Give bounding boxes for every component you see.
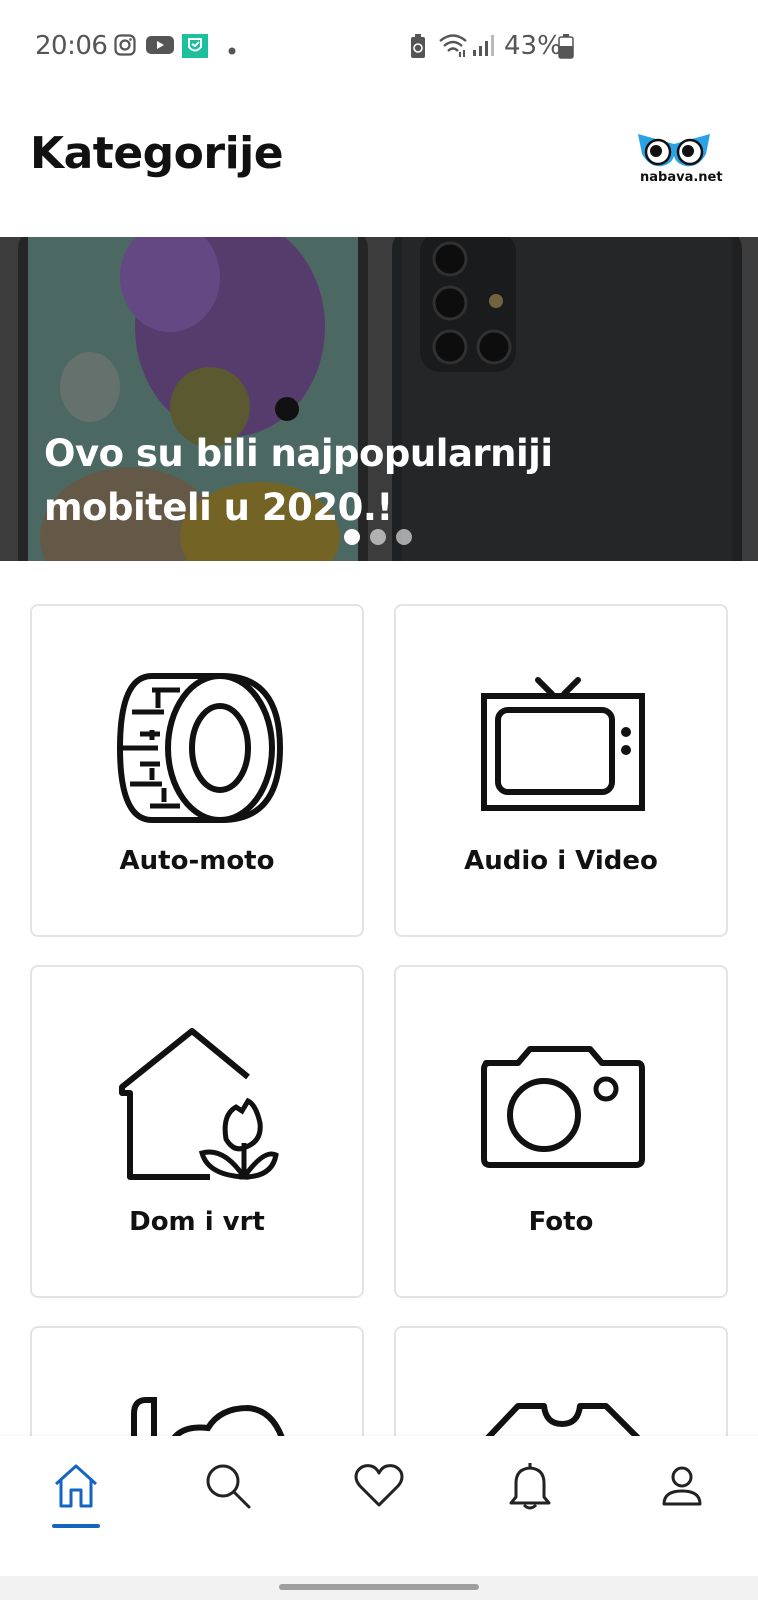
home-indicator[interactable] xyxy=(279,1584,479,1590)
category-card-dom-i-vrt[interactable]: Dom i vrt xyxy=(30,965,364,1298)
search-icon xyxy=(206,1464,251,1509)
wifi-icon xyxy=(438,32,468,63)
promo-banner[interactable]: Ovo su bili najpopularniji mobiteli u 20… xyxy=(0,237,758,561)
camera-icon xyxy=(481,1046,645,1168)
signal-icon xyxy=(472,33,496,62)
nav-notifications[interactable] xyxy=(500,1456,560,1516)
logo-text: nabava.net xyxy=(640,170,723,185)
tv-icon xyxy=(481,677,645,811)
category-label: Auto-moto xyxy=(119,846,275,876)
battery-icon xyxy=(558,33,574,64)
carousel-dot[interactable] xyxy=(396,529,412,545)
carousel-dot[interactable] xyxy=(344,529,360,545)
category-label: Foto xyxy=(528,1207,594,1237)
instagram-icon xyxy=(114,34,136,61)
carousel-indicator xyxy=(344,529,412,545)
nav-search[interactable] xyxy=(198,1456,258,1516)
category-label: Audio i Video xyxy=(464,846,658,876)
status-time: 20:06 xyxy=(35,31,108,61)
page-title: Kategorije xyxy=(30,128,284,179)
house-flower-icon xyxy=(119,1028,279,1180)
heart-icon xyxy=(354,1464,404,1507)
home-icon xyxy=(54,1464,98,1508)
battery-percentage: 43% xyxy=(504,31,562,61)
user-icon xyxy=(662,1466,702,1506)
app-notification-icon xyxy=(182,34,208,63)
category-label: Dom i vrt xyxy=(129,1207,265,1237)
category-card-foto[interactable]: Foto xyxy=(394,965,728,1298)
bell-icon xyxy=(509,1463,551,1510)
youtube-icon xyxy=(146,34,174,61)
bottom-navigation xyxy=(0,1436,758,1576)
nav-home[interactable] xyxy=(46,1456,106,1516)
nav-profile[interactable] xyxy=(652,1456,712,1516)
category-card-audio-video[interactable]: Audio i Video xyxy=(394,604,728,937)
nav-active-indicator xyxy=(52,1524,100,1528)
more-notifications-dot-icon xyxy=(228,42,236,60)
nav-favorites[interactable] xyxy=(349,1456,409,1516)
battery-saver-icon xyxy=(410,33,426,64)
tire-icon xyxy=(116,673,284,823)
carousel-dot[interactable] xyxy=(370,529,386,545)
category-card-auto-moto[interactable]: Auto-moto xyxy=(30,604,364,937)
status-bar: 20:06 43% xyxy=(0,0,758,92)
banner-title: Ovo su bili najpopularniji mobiteli u 20… xyxy=(44,432,553,529)
